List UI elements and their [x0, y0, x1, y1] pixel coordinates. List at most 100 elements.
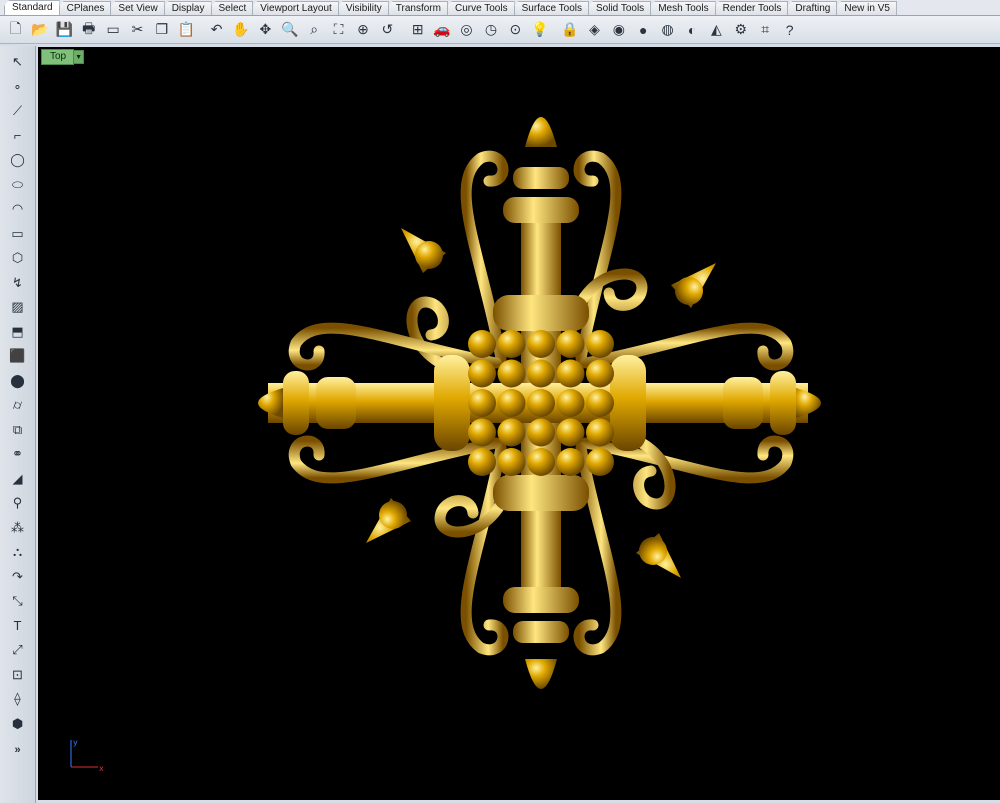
bottom-spike	[525, 659, 557, 689]
target-icon[interactable]: ⊙	[504, 18, 527, 41]
tab-render-tools[interactable]: Render Tools	[714, 1, 789, 15]
zoom-extents-icon[interactable]: ⛶	[327, 18, 350, 41]
bead	[468, 359, 496, 388]
analyze-icon[interactable]: ⟠	[6, 687, 30, 712]
sphere-solid-icon[interactable]: ⬤	[6, 369, 30, 394]
more-tools-icon[interactable]: »	[6, 738, 30, 763]
right-collar	[770, 371, 796, 435]
mesh-icon[interactable]: ⧉	[6, 418, 30, 443]
layer-icon[interactable]: ◈	[583, 18, 606, 41]
tab-display[interactable]: Display	[163, 1, 212, 15]
top-viewport[interactable]: Top ▼ y x	[38, 47, 1000, 800]
tab-solid-tools[interactable]: Solid Tools	[588, 1, 652, 15]
zoom-window-icon[interactable]: ⌕	[303, 18, 326, 41]
tab-surface-tools[interactable]: Surface Tools	[513, 1, 589, 15]
options-gear-icon[interactable]: ⚙	[729, 18, 752, 41]
viewport-title-tab[interactable]: Top ▼	[41, 49, 85, 65]
ornament-model[interactable]	[38, 47, 1000, 800]
toolbar-separator	[553, 19, 559, 41]
viewport-title[interactable]: Top	[41, 49, 75, 65]
select-arrow-icon[interactable]: ↖	[6, 50, 30, 75]
diagonal-knob	[415, 241, 443, 269]
save-icon[interactable]: 💾	[53, 18, 76, 41]
print-icon[interactable]: 🖶	[77, 18, 100, 41]
bead	[497, 418, 526, 447]
tab-standard[interactable]: Standard	[4, 0, 60, 15]
four-viewports-icon[interactable]: ⊞	[406, 18, 429, 41]
group-icon[interactable]: ⚲	[6, 491, 30, 516]
upper-hub	[493, 295, 589, 331]
render-cube-icon[interactable]: ⬢	[6, 712, 30, 737]
extrude-icon[interactable]: ⬒	[6, 320, 30, 345]
arc-icon[interactable]: ◠	[6, 197, 30, 222]
dimension-icon[interactable]: ◢	[6, 467, 30, 492]
zoom-icon[interactable]: 🔍	[278, 18, 301, 41]
diagonal-knob	[379, 501, 407, 529]
tab-cplanes[interactable]: CPlanes	[58, 1, 112, 15]
tab-curve-tools[interactable]: Curve Tools	[446, 1, 515, 15]
ellipse-icon[interactable]: ⬭	[6, 173, 30, 198]
bead	[468, 448, 496, 476]
bead	[527, 418, 555, 447]
viewport-dropdown-icon[interactable]: ▼	[74, 50, 85, 64]
shaded-sphere-icon[interactable]: ◍	[656, 18, 679, 41]
fillet-icon[interactable]: ↯	[6, 271, 30, 296]
render-icon[interactable]: ◐	[681, 18, 704, 41]
trim-icon[interactable]: ⤡	[6, 589, 30, 614]
point-icon[interactable]: ∘	[6, 75, 30, 100]
cylinder-icon[interactable]: ⌭	[6, 393, 30, 418]
point-cloud-icon[interactable]: ⁂	[6, 516, 30, 541]
polyline-icon[interactable]: ⟋	[6, 99, 30, 124]
tab-select[interactable]: Select	[210, 1, 254, 15]
open-icon[interactable]: 📂	[28, 18, 51, 41]
osnap-icon[interactable]: ⌗	[754, 18, 777, 41]
pan-icon[interactable]: ✋	[230, 18, 253, 41]
lower-hub	[493, 475, 589, 511]
undo-view-icon[interactable]: ↺	[376, 18, 399, 41]
sphere-icon[interactable]: ●	[632, 18, 655, 41]
block-icon[interactable]: ⊡	[6, 663, 30, 688]
surface-icon[interactable]: ▨	[6, 295, 30, 320]
tab-visibility[interactable]: Visibility	[337, 1, 389, 15]
circle-icon[interactable]: ◯	[6, 148, 30, 173]
bead	[586, 418, 614, 447]
zoom-selected-icon[interactable]: ⊕	[351, 18, 374, 41]
tab-viewport-layout[interactable]: Viewport Layout	[252, 1, 339, 15]
text-icon[interactable]: T	[6, 614, 30, 639]
transform-icon[interactable]: ⤢	[6, 638, 30, 663]
cut-icon[interactable]: ✂	[126, 18, 149, 41]
help-icon[interactable]: ?	[778, 18, 801, 41]
bead	[497, 389, 526, 417]
spotlight-icon[interactable]: ◭	[705, 18, 728, 41]
bead	[497, 330, 526, 358]
undo-icon[interactable]: ↶	[205, 18, 228, 41]
properties-icon[interactable]: ▭	[102, 18, 125, 41]
curve-icon[interactable]: ⌐	[6, 124, 30, 149]
light-icon[interactable]: 💡	[528, 18, 551, 41]
tab-transform[interactable]: Transform	[387, 1, 448, 15]
tab-set-view[interactable]: Set View	[110, 1, 165, 15]
rotate-icon[interactable]: ↷	[6, 565, 30, 590]
bead	[586, 389, 614, 417]
tab-drafting[interactable]: Drafting	[787, 1, 838, 15]
rectangle-icon[interactable]: ▭	[6, 222, 30, 247]
camera-icon[interactable]: ◎	[455, 18, 478, 41]
car-icon[interactable]: 🚗	[431, 18, 454, 41]
diagonal-knob	[675, 277, 703, 305]
dial-icon[interactable]: ◷	[479, 18, 502, 41]
polygon-icon[interactable]: ⬡	[6, 246, 30, 271]
bottom-collar	[503, 587, 579, 613]
copy-icon[interactable]: ❐	[150, 18, 173, 41]
lock-icon[interactable]: 🔒	[559, 18, 582, 41]
new-icon[interactable]: 🗋	[4, 18, 27, 41]
bead	[527, 359, 555, 388]
box-icon[interactable]: ⬛	[6, 344, 30, 369]
bead	[527, 389, 555, 417]
boolean-icon[interactable]: ⚭	[6, 442, 30, 467]
paste-icon[interactable]: 📋	[175, 18, 198, 41]
array-icon[interactable]: ⛬	[6, 540, 30, 565]
color-wheel-icon[interactable]: ◉	[607, 18, 630, 41]
tab-mesh-tools[interactable]: Mesh Tools	[650, 1, 716, 15]
tab-new-in-v5[interactable]: New in V5	[836, 1, 897, 15]
rotate-view-icon[interactable]: ✥	[254, 18, 277, 41]
